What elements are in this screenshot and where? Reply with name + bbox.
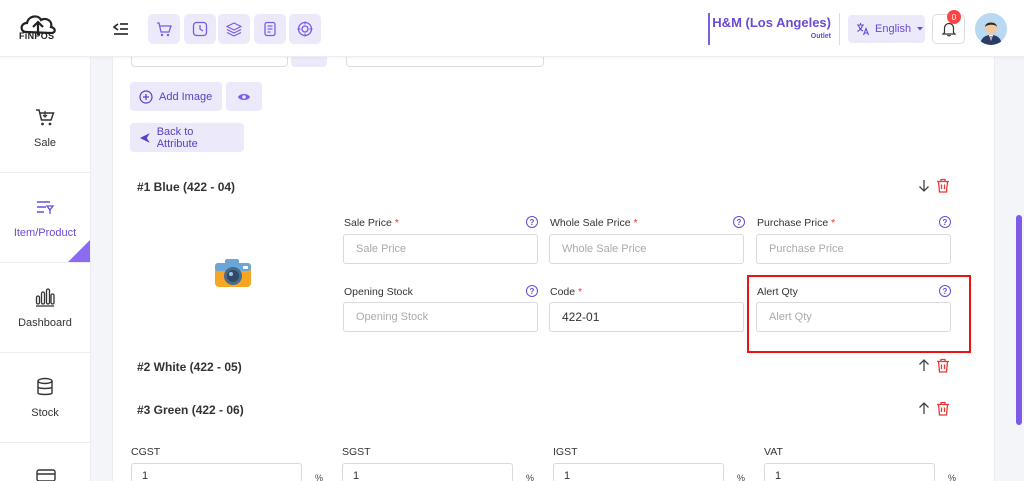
list-filter-icon [37,200,55,214]
sidebar-item-label: Dashboard [18,316,72,329]
sidebar-item-label: Item/Product [13,226,77,239]
sale-price-input[interactable] [343,234,538,264]
add-image-label: Add Image [159,90,213,103]
move-down-button[interactable] [917,178,931,192]
outlet-type: Outlet [810,33,831,40]
sidebar-item-stock[interactable]: Stock [0,353,90,443]
trash-icon [937,401,949,416]
sidebar-item-sale[interactable]: Sale [0,83,90,173]
cart-icon [36,108,55,125]
translate-icon [857,23,870,36]
add-image-button[interactable]: Add Image [130,82,222,111]
sidebar-item-label: Stock [31,406,59,419]
back-to-attribute-label: Back to Attribute [156,125,198,150]
language-selector[interactable]: English [848,15,925,43]
trash-icon [937,358,949,373]
send-back-icon [139,132,150,143]
camera-icon[interactable] [213,255,253,294]
layers-icon [226,22,242,37]
chevron-down-icon [917,27,924,31]
preview-image-button[interactable] [226,82,262,111]
page-scrollbar[interactable] [1016,215,1022,425]
variant-title: #1 Blue (422 - 04) [137,180,236,194]
sidebar-collapse-button[interactable] [111,19,131,39]
move-up-button[interactable] [917,401,931,415]
notification-count-badge: 0 [947,10,961,24]
clock-icon [192,21,208,37]
cgst-unit: % [315,473,324,481]
plus-circle-icon [139,89,153,104]
variant-title: #2 White (422 - 05) [137,360,242,374]
igst-label: IGST [553,446,578,458]
code-input[interactable] [549,302,744,332]
quick-sale-button[interactable] [148,14,180,44]
sgst-unit: % [526,473,535,481]
arrow-up-icon [919,358,929,371]
sidebar-item-label: Sale [33,136,57,149]
igst-unit: % [737,473,746,481]
purchase-price-input[interactable] [756,234,951,264]
opening-stock-help-icon[interactable]: ? [526,285,538,297]
quick-receipt-button[interactable] [254,14,286,44]
vat-label: VAT [764,446,783,458]
finpos-logo[interactable] [16,8,60,48]
delete-variant-button[interactable] [935,177,951,193]
arrow-up-icon [919,401,929,414]
sgst-input[interactable]: 1 [342,463,513,481]
opening-stock-input[interactable] [343,302,538,332]
vat-input[interactable]: 1 [764,463,935,481]
quick-history-button[interactable] [184,14,216,44]
receipt-icon [264,21,276,37]
delete-variant-button[interactable] [935,400,951,416]
sidebar-item-more-icon[interactable] [36,468,56,481]
sgst-label: SGST [342,446,371,458]
variant-title: #3 Green (422 - 06) [137,403,244,417]
sale-price-help-icon[interactable]: ? [526,216,538,228]
collapse-menu-icon [113,23,128,35]
outlet-name: H&M (Los Angeles) [712,15,831,30]
quick-layers-button[interactable] [218,14,250,44]
outlet-selector[interactable]: H&M (Los Angeles) Outlet [708,13,840,45]
back-to-attribute-button[interactable]: Back to Attribute [130,123,244,152]
trash-icon [937,178,949,193]
whole-sale-price-label: Whole Sale Price * [550,217,638,229]
delete-variant-button[interactable] [935,357,951,373]
code-label: Code * [550,286,583,298]
target-icon [297,21,313,37]
vat-unit: % [948,473,957,481]
user-avatar-icon [975,13,1007,45]
eye-icon [238,93,250,100]
purchase-price-label: Purchase Price * [757,217,836,229]
whole-sale-price-help-icon[interactable]: ? [733,216,745,228]
sidebar-item-dashboard[interactable]: Dashboard [0,263,90,353]
scrolled-input-a[interactable] [131,57,288,67]
sidebar: Sale Item/Product Dashboard Stock [0,57,91,481]
sale-price-label: Sale Price * [344,217,399,229]
igst-input[interactable]: 1 [553,463,724,481]
cgst-input[interactable]: 1 [131,463,302,481]
database-icon [37,377,53,395]
top-header: FiNPOS H&M (Los Angeles) Outlet English … [0,0,1024,57]
language-label: English [875,23,912,35]
active-indicator [68,240,90,262]
quick-target-button[interactable] [289,14,321,44]
sidebar-item-item-product[interactable]: Item/Product [0,173,90,263]
logo-text: FiNPOS [19,31,55,41]
user-avatar[interactable] [975,13,1007,45]
cgst-label: CGST [131,446,161,458]
opening-stock-label: Opening Stock [344,286,413,298]
purchase-price-help-icon[interactable]: ? [939,216,951,228]
scrolled-button[interactable] [291,57,327,67]
scrolled-input-b[interactable] [346,57,544,67]
alert-qty-highlight-box [747,275,971,353]
bar-chart-icon [35,287,55,307]
arrow-down-icon [919,179,929,192]
cart-icon [157,22,172,37]
move-up-button[interactable] [917,358,931,372]
whole-sale-price-input[interactable] [549,234,744,264]
